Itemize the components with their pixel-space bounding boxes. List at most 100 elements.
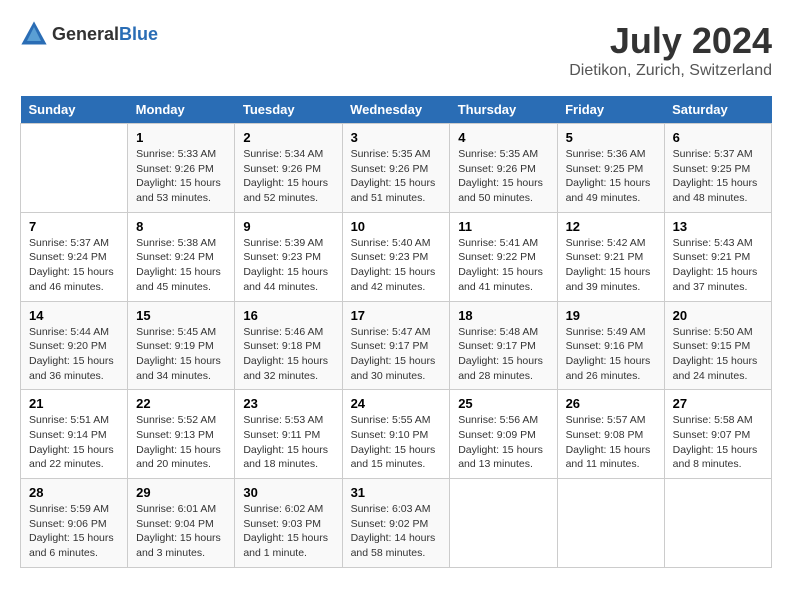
cell-content: Sunrise: 5:52 AMSunset: 9:13 PMDaylight:… xyxy=(136,413,226,472)
day-number: 29 xyxy=(136,485,226,500)
calendar-week-row: 1Sunrise: 5:33 AMSunset: 9:26 PMDaylight… xyxy=(21,124,772,213)
calendar-cell: 27Sunrise: 5:58 AMSunset: 9:07 PMDayligh… xyxy=(664,390,771,479)
cell-content: Sunrise: 6:03 AMSunset: 9:02 PMDaylight:… xyxy=(351,502,442,561)
cell-content: Sunrise: 5:49 AMSunset: 9:16 PMDaylight:… xyxy=(566,325,656,384)
calendar-cell xyxy=(21,124,128,213)
calendar-cell: 1Sunrise: 5:33 AMSunset: 9:26 PMDaylight… xyxy=(128,124,235,213)
day-number: 21 xyxy=(29,396,119,411)
calendar-cell: 5 Sunrise: 5:36 AMSunset: 9:25 PMDaylight… xyxy=(557,124,664,213)
cell-content: Sunrise: 5:40 AMSunset: 9:23 PMDaylight:… xyxy=(351,236,442,295)
day-number: 30 xyxy=(243,485,333,500)
cell-content: Sunrise: 5:36 AMSunset: 9:25 PMDaylight:… xyxy=(566,147,656,206)
cell-content: Sunrise: 5:35 AMSunset: 9:26 PMDaylight:… xyxy=(458,147,548,206)
calendar-cell: 2 Sunrise: 5:34 AMSunset: 9:26 PMDaylight… xyxy=(235,124,342,213)
logo-blue-text: Blue xyxy=(119,24,158,44)
logo-general-text: General xyxy=(52,24,119,44)
day-header-saturday: Saturday xyxy=(664,96,771,124)
calendar-cell: 21 Sunrise: 5:51 AMSunset: 9:14 PMDayligh… xyxy=(21,390,128,479)
day-number: 20 xyxy=(673,308,763,323)
calendar-cell: 30Sunrise: 6:02 AMSunset: 9:03 PMDayligh… xyxy=(235,479,342,568)
calendar-cell: 12 Sunrise: 5:42 AMSunset: 9:21 PMDayligh… xyxy=(557,212,664,301)
day-number: 15 xyxy=(136,308,226,323)
cell-content: Sunrise: 5:34 AMSunset: 9:26 PMDaylight:… xyxy=(243,147,333,206)
day-number: 9 xyxy=(243,219,333,234)
calendar-cell: 23 Sunrise: 5:53 AMSunset: 9:11 PMDayligh… xyxy=(235,390,342,479)
cell-content: Sunrise: 5:43 AMSunset: 9:21 PMDaylight:… xyxy=(673,236,763,295)
cell-content: Sunrise: 5:42 AMSunset: 9:21 PMDaylight:… xyxy=(566,236,656,295)
day-header-sunday: Sunday xyxy=(21,96,128,124)
cell-content: Sunrise: 5:48 AMSunset: 9:17 PMDaylight:… xyxy=(458,325,548,384)
calendar-week-row: 7 Sunrise: 5:37 AMSunset: 9:24 PMDaylight… xyxy=(21,212,772,301)
calendar-cell: 13 Sunrise: 5:43 AMSunset: 9:21 PMDayligh… xyxy=(664,212,771,301)
calendar-cell: 6 Sunrise: 5:37 AMSunset: 9:25 PMDaylight… xyxy=(664,124,771,213)
day-number: 5 xyxy=(566,130,656,145)
cell-content: Sunrise: 5:35 AMSunset: 9:26 PMDaylight:… xyxy=(351,147,442,206)
calendar-cell: 26Sunrise: 5:57 AMSunset: 9:08 PMDayligh… xyxy=(557,390,664,479)
day-number: 4 xyxy=(458,130,548,145)
cell-content: Sunrise: 6:01 AMSunset: 9:04 PMDaylight:… xyxy=(136,502,226,561)
cell-content: Sunrise: 5:39 AMSunset: 9:23 PMDaylight:… xyxy=(243,236,333,295)
cell-content: Sunrise: 5:44 AMSunset: 9:20 PMDaylight:… xyxy=(29,325,119,384)
calendar-cell: 17 Sunrise: 5:47 AMSunset: 9:17 PMDayligh… xyxy=(342,301,450,390)
day-number: 25 xyxy=(458,396,548,411)
day-number: 24 xyxy=(351,396,442,411)
day-number: 16 xyxy=(243,308,333,323)
cell-content: Sunrise: 5:37 AMSunset: 9:25 PMDaylight:… xyxy=(673,147,763,206)
main-title: July 2024 xyxy=(569,20,772,62)
calendar-cell: 20Sunrise: 5:50 AMSunset: 9:15 PMDayligh… xyxy=(664,301,771,390)
calendar-cell: 19 Sunrise: 5:49 AMSunset: 9:16 PMDayligh… xyxy=(557,301,664,390)
calendar-cell: 29 Sunrise: 6:01 AMSunset: 9:04 PMDayligh… xyxy=(128,479,235,568)
calendar-cell: 25 Sunrise: 5:56 AMSunset: 9:09 PMDayligh… xyxy=(450,390,557,479)
day-number: 19 xyxy=(566,308,656,323)
day-number: 6 xyxy=(673,130,763,145)
day-number: 26 xyxy=(566,396,656,411)
logo: GeneralBlue xyxy=(20,20,158,48)
day-header-tuesday: Tuesday xyxy=(235,96,342,124)
calendar-cell: 24Sunrise: 5:55 AMSunset: 9:10 PMDayligh… xyxy=(342,390,450,479)
cell-content: Sunrise: 5:53 AMSunset: 9:11 PMDaylight:… xyxy=(243,413,333,472)
calendar-week-row: 14Sunrise: 5:44 AMSunset: 9:20 PMDayligh… xyxy=(21,301,772,390)
cell-content: Sunrise: 5:38 AMSunset: 9:24 PMDaylight:… xyxy=(136,236,226,295)
day-number: 27 xyxy=(673,396,763,411)
day-number: 12 xyxy=(566,219,656,234)
cell-content: Sunrise: 5:46 AMSunset: 9:18 PMDaylight:… xyxy=(243,325,333,384)
logo-icon xyxy=(20,20,48,48)
cell-content: Sunrise: 5:59 AMSunset: 9:06 PMDaylight:… xyxy=(29,502,119,561)
calendar-week-row: 28 Sunrise: 5:59 AMSunset: 9:06 PMDayligh… xyxy=(21,479,772,568)
calendar-table: SundayMondayTuesdayWednesdayThursdayFrid… xyxy=(20,96,772,568)
cell-content: Sunrise: 5:56 AMSunset: 9:09 PMDaylight:… xyxy=(458,413,548,472)
calendar-week-row: 21 Sunrise: 5:51 AMSunset: 9:14 PMDayligh… xyxy=(21,390,772,479)
day-number: 10 xyxy=(351,219,442,234)
calendar-header-row: SundayMondayTuesdayWednesdayThursdayFrid… xyxy=(21,96,772,124)
cell-content: Sunrise: 5:51 AMSunset: 9:14 PMDaylight:… xyxy=(29,413,119,472)
cell-content: Sunrise: 5:41 AMSunset: 9:22 PMDaylight:… xyxy=(458,236,548,295)
day-header-thursday: Thursday xyxy=(450,96,557,124)
day-number: 7 xyxy=(29,219,119,234)
calendar-cell: 10 Sunrise: 5:40 AMSunset: 9:23 PMDayligh… xyxy=(342,212,450,301)
cell-content: Sunrise: 5:37 AMSunset: 9:24 PMDaylight:… xyxy=(29,236,119,295)
calendar-cell: 28 Sunrise: 5:59 AMSunset: 9:06 PMDayligh… xyxy=(21,479,128,568)
calendar-cell: 31Sunrise: 6:03 AMSunset: 9:02 PMDayligh… xyxy=(342,479,450,568)
day-number: 23 xyxy=(243,396,333,411)
subtitle: Dietikon, Zurich, Switzerland xyxy=(569,62,772,80)
title-block: July 2024 Dietikon, Zurich, Switzerland xyxy=(569,20,772,80)
calendar-cell: 4 Sunrise: 5:35 AMSunset: 9:26 PMDaylight… xyxy=(450,124,557,213)
calendar-cell: 11Sunrise: 5:41 AMSunset: 9:22 PMDayligh… xyxy=(450,212,557,301)
calendar-cell: 18Sunrise: 5:48 AMSunset: 9:17 PMDayligh… xyxy=(450,301,557,390)
day-number: 1 xyxy=(136,130,226,145)
calendar-cell xyxy=(664,479,771,568)
day-header-monday: Monday xyxy=(128,96,235,124)
cell-content: Sunrise: 5:45 AMSunset: 9:19 PMDaylight:… xyxy=(136,325,226,384)
day-number: 17 xyxy=(351,308,442,323)
day-number: 13 xyxy=(673,219,763,234)
day-header-friday: Friday xyxy=(557,96,664,124)
day-number: 2 xyxy=(243,130,333,145)
calendar-cell: 14Sunrise: 5:44 AMSunset: 9:20 PMDayligh… xyxy=(21,301,128,390)
calendar-cell: 3Sunrise: 5:35 AMSunset: 9:26 PMDaylight… xyxy=(342,124,450,213)
day-number: 22 xyxy=(136,396,226,411)
cell-content: Sunrise: 5:47 AMSunset: 9:17 PMDaylight:… xyxy=(351,325,442,384)
page-header: GeneralBlue July 2024 Dietikon, Zurich, … xyxy=(20,20,772,80)
day-number: 28 xyxy=(29,485,119,500)
calendar-cell: 15 Sunrise: 5:45 AMSunset: 9:19 PMDayligh… xyxy=(128,301,235,390)
calendar-cell: 7 Sunrise: 5:37 AMSunset: 9:24 PMDaylight… xyxy=(21,212,128,301)
